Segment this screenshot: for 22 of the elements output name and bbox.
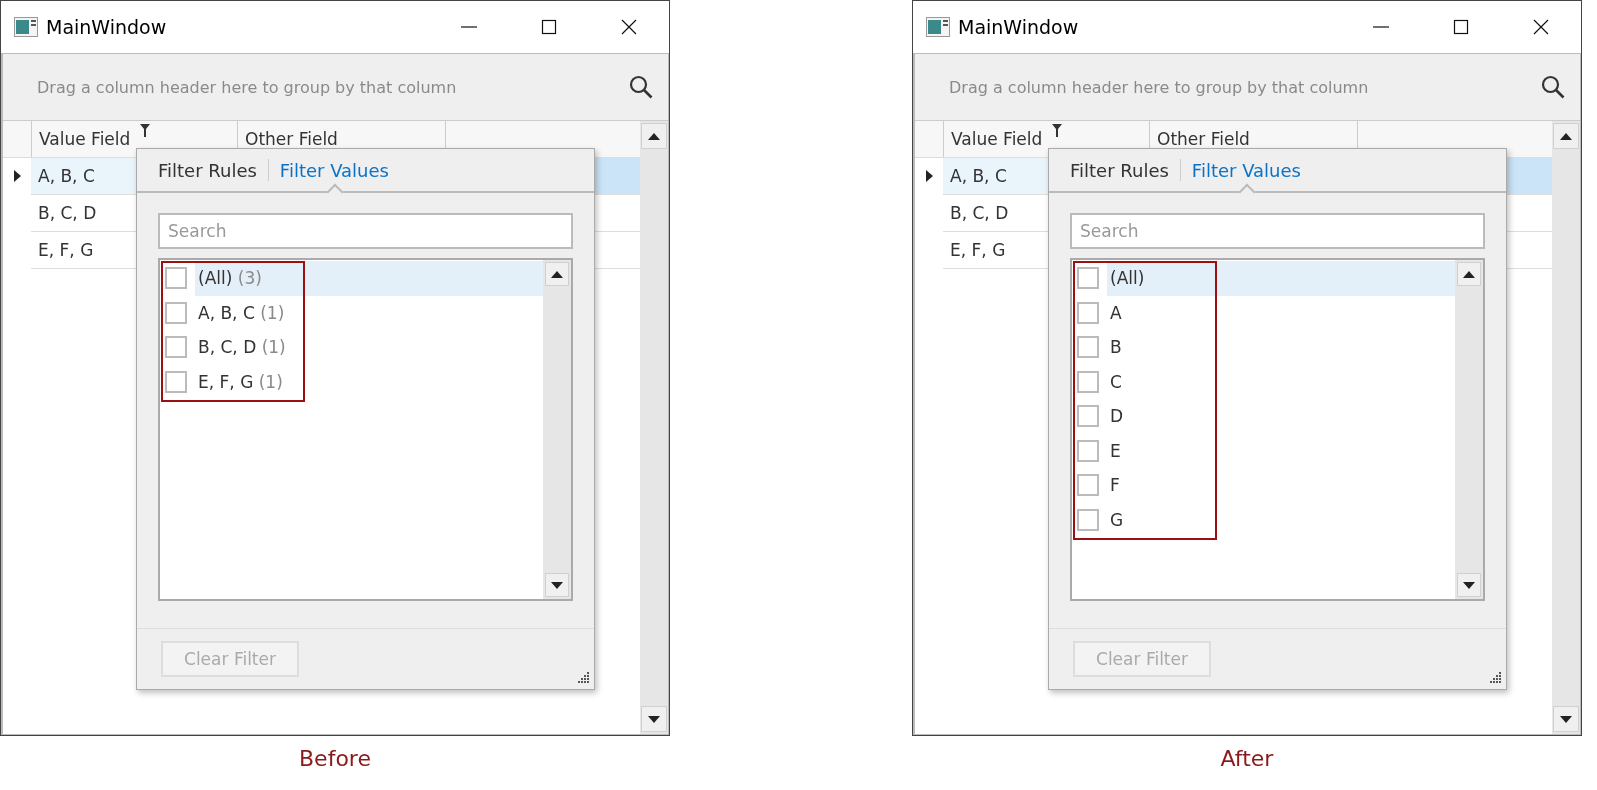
item-label: G [1109, 508, 1125, 532]
window-title: MainWindow [958, 16, 1079, 38]
table-cell: B, C, D [950, 203, 1009, 223]
item-label: A [1109, 301, 1123, 325]
table-cell: A, B, C [950, 166, 1007, 186]
caption: After [1220, 746, 1274, 771]
table-cell: B, C, D [38, 203, 97, 223]
item-label: E [1109, 439, 1122, 463]
table-cell: E, F, G [38, 240, 94, 260]
item-label: A, B, C (1) [197, 301, 286, 325]
item-label: D [1109, 405, 1125, 429]
window-title: MainWindow [46, 16, 167, 38]
item-label: B [1109, 336, 1123, 360]
item-label: E, F, G (1) [197, 370, 284, 394]
table-cell: E, F, G [950, 240, 1006, 260]
item-label: F [1109, 474, 1121, 498]
table-cell: A, B, C [38, 166, 95, 186]
group-hint: Drag a column header here to group by that column [37, 77, 457, 97]
item-label: B, C, D (1) [197, 336, 287, 360]
caption: Before [299, 746, 371, 771]
group-hint: Drag a column header here to group by that column [949, 77, 1369, 97]
item-label: C [1109, 370, 1123, 394]
